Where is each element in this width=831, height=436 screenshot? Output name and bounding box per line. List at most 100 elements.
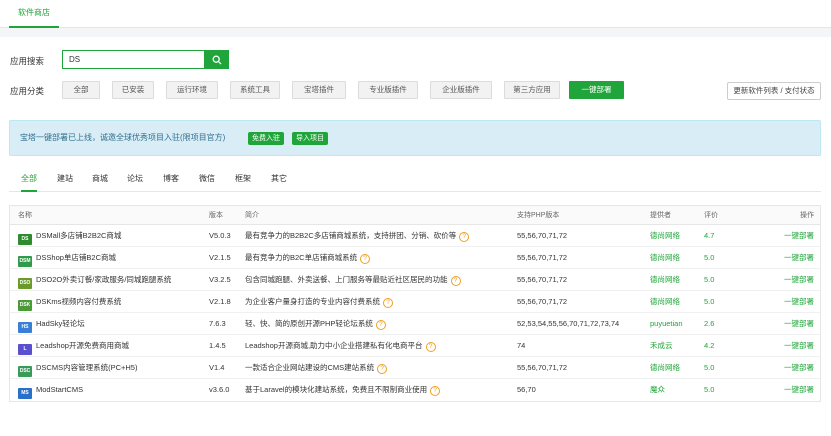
app-name-cell: HS HadSky轻论坛 [18,313,203,335]
import-project-button[interactable]: 导入项目 [292,132,328,145]
one-click-deploy-link[interactable]: 一键部署 [754,225,814,247]
header-provider: 提供者 [650,212,671,219]
app-php-versions: 55,56,70,71,72 [517,253,568,262]
search-button[interactable] [205,50,229,69]
app-description: 为企业客户量身打造的专业内容付费系统 [245,297,380,306]
app-description: 最有竞争力的B2C单店铺商城系统 [245,253,358,262]
one-click-deploy-link[interactable]: 一键部署 [754,357,814,379]
app-logo-icon: L [18,344,32,355]
app-version: 7.6.3 [209,319,226,328]
subtab-forum[interactable]: 论坛 [127,172,143,192]
category-all[interactable]: 全部 [62,81,100,99]
subtab-other[interactable]: 其它 [271,172,287,192]
category-third-party[interactable]: 第三方应用 [504,81,560,99]
category-one-click-deploy[interactable]: 一键部署 [569,81,624,99]
app-score: 5.0 [704,275,715,284]
app-logo-icon: DSO [18,278,32,289]
category-pro-plugins[interactable]: 专业版插件 [358,81,418,99]
category-runtime[interactable]: 运行环境 [166,81,218,99]
app-name-cell: DS DSMall多店铺B2B2C商城 [18,225,203,247]
category-bt-plugins[interactable]: 宝塔插件 [292,81,346,99]
one-click-deploy-link[interactable]: 一键部署 [754,247,814,269]
subtab-mall[interactable]: 商城 [92,172,108,192]
help-icon[interactable]: ? [360,254,371,264]
category-installed[interactable]: 已安装 [112,81,154,99]
app-php-versions: 55,56,70,71,72 [517,231,568,240]
app-desc-cell: 轻、快、简的原创开源PHP轻论坛系统? [245,313,515,335]
app-logo-icon: DSC [18,366,32,377]
help-icon[interactable]: ? [450,276,461,286]
help-icon[interactable]: ? [430,386,441,396]
subtab-all[interactable]: 全部 [21,172,37,192]
app-description: 轻、快、简的原创开源PHP轻论坛系统 [245,319,373,328]
app-version: V5.0.3 [209,231,231,240]
app-provider[interactable]: 魔众 [650,379,705,401]
software-table: 名称 版本 简介 支持PHP版本 提供者 评价 操作 DS DSMall多店铺B2… [9,205,821,402]
table-row: HS HadSky轻论坛 7.6.3 轻、快、简的原创开源PHP轻论坛系统? 52,53… [10,313,820,335]
app-desc-cell: 为企业客户量身打造的专业内容付费系统? [245,291,515,313]
tab-software-store[interactable]: 软件商店 [9,0,59,28]
app-description: 包含同城跑腿、外卖送餐、上门服务等最贴近社区居民的功能 [245,275,448,284]
app-php-versions: 55,56,70,71,72 [517,297,568,306]
subtab-blog[interactable]: 博客 [163,172,179,192]
help-icon[interactable]: ? [425,342,436,352]
category-system-tools[interactable]: 系统工具 [230,81,280,99]
one-click-deploy-link[interactable]: 一键部署 [754,379,814,401]
header-operation: 操作 [800,212,814,219]
header-name: 名称 [18,212,32,219]
app-score: 5.0 [704,253,715,262]
one-click-deploy-link[interactable]: 一键部署 [754,335,814,357]
app-name-cell: MS ModStartCMS [18,379,203,401]
table-row: L Leadshop开源免费商用商城 1.4.5 Leadshop开源商城,助力中小企… [10,335,820,357]
app-desc-cell: 最有竞争力的B2B2C多店铺商城系统，支持拼团、分销、砍价等? [245,225,515,247]
one-click-deploy-link[interactable]: 一键部署 [754,291,814,313]
one-click-deploy-link[interactable]: 一键部署 [754,313,814,335]
app-score: 5.0 [704,385,715,394]
update-list-button[interactable]: 更新软件列表 / 支付状态 [727,82,821,100]
table-row: MS ModStartCMS v3.6.0 基于Laravel的模块化建站系统，免费且… [10,379,820,401]
app-provider[interactable]: 禾成云 [650,335,705,357]
free-join-button[interactable]: 免费入驻 [248,132,284,145]
app-desc-cell: 基于Laravel的模块化建站系统，免费且不限制商业使用? [245,379,515,401]
app-name-cell: DSO DSO2O外卖订餐/家政服务/同城跑腿系统 [18,269,203,291]
subtab-framework[interactable]: 框架 [235,172,251,192]
app-php-versions: 74 [517,341,526,350]
help-icon[interactable]: ? [375,320,386,330]
category-enterprise-plugins[interactable]: 企业版插件 [430,81,492,99]
app-description: 一款适合企业网站建设的CMS建站系统 [245,363,375,372]
app-logo-icon: HS [18,322,32,333]
app-name: DSCMS内容管理系统(PC+H5) [36,363,138,372]
app-name-cell: L Leadshop开源免费商用商城 [18,335,203,357]
notice-text: 宝塔一键部署已上线，诚邀全球优秀项目入驻(限项目官方) [20,133,226,142]
help-icon[interactable]: ? [383,298,393,308]
subtab-wechat[interactable]: 微信 [199,172,215,192]
app-provider[interactable]: puyuetian [650,313,705,335]
search-label: 应用搜索 [10,56,45,66]
app-version: V1.4 [209,363,225,372]
app-name-cell: DSM DSShop单店铺B2C商城 [18,247,203,269]
app-version: v3.6.0 [209,385,230,394]
help-icon[interactable]: ? [377,364,388,374]
search-input[interactable] [62,50,205,69]
table-row: DSC DSCMS内容管理系统(PC+H5) V1.4 一款适合企业网站建设的CMS建… [10,357,820,379]
subcategory-tabs: 全部 建站 商城 论坛 博客 微信 框架 其它 [9,172,821,192]
subtab-website[interactable]: 建站 [57,172,73,192]
header-version: 版本 [209,212,223,219]
app-provider[interactable]: 德尚网络 [650,291,705,313]
app-provider[interactable]: 德尚网络 [650,269,705,291]
app-score: 5.0 [704,297,715,306]
category-label: 应用分类 [10,86,45,96]
help-icon[interactable]: ? [459,232,470,242]
app-php-versions: 55,56,70,71,72 [517,275,568,284]
app-name: DSKms视频内容付费系统 [36,297,122,306]
app-provider[interactable]: 德尚网络 [650,357,705,379]
app-score: 5.0 [704,363,715,372]
app-score: 4.7 [704,231,715,240]
app-provider[interactable]: 德尚网络 [650,225,705,247]
app-php-versions: 56,70 [517,385,536,394]
table-header: 名称 版本 简介 支持PHP版本 提供者 评价 操作 [10,206,820,225]
app-desc-cell: 一款适合企业网站建设的CMS建站系统? [245,357,515,379]
app-version: V2.1.5 [209,253,231,262]
one-click-deploy-link[interactable]: 一键部署 [754,269,814,291]
app-provider[interactable]: 德尚网络 [650,247,705,269]
